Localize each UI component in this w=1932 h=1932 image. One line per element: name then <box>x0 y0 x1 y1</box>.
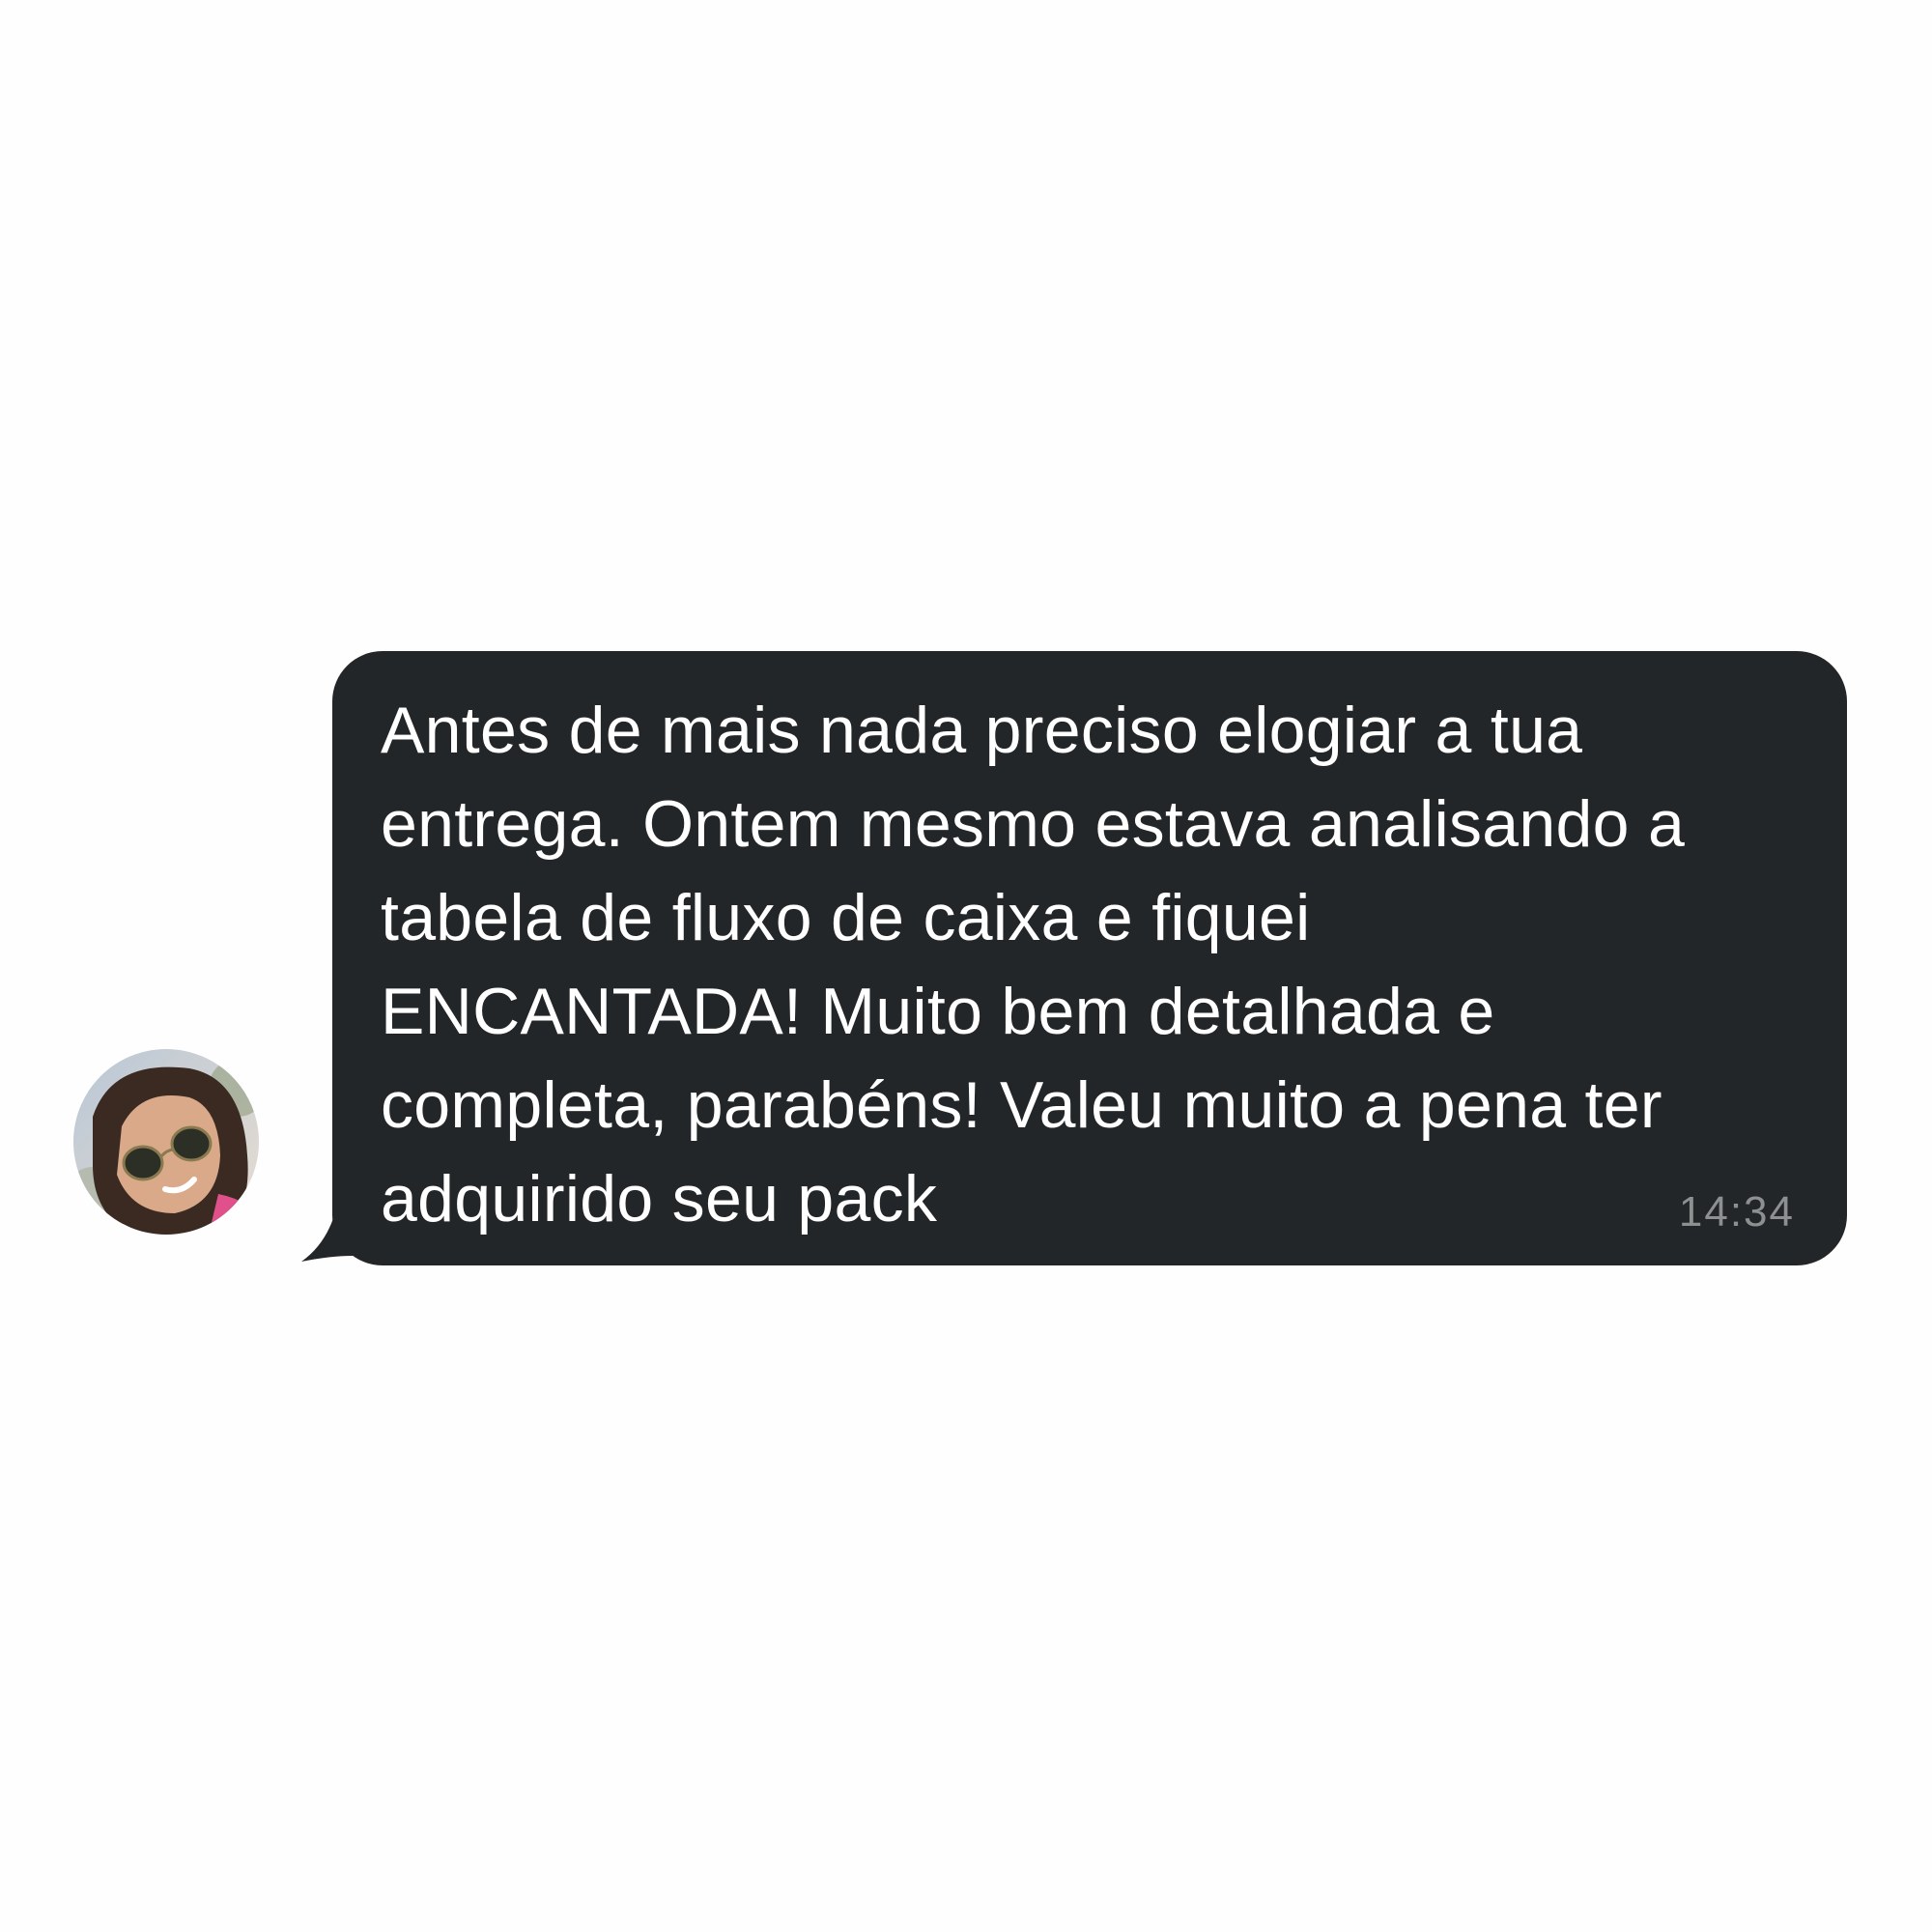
message-line: adquirido seu pack <box>381 1162 938 1236</box>
user-photo-avatar-icon <box>73 1049 259 1235</box>
message-line: tabela de fluxo de caixa e fiquei <box>381 881 1311 954</box>
message-line: ENCANTADA! Muito bem detalhada e <box>381 975 1495 1048</box>
message-bubble[interactable]: Antes de mais nada preciso elogiar a tua… <box>332 651 1847 1265</box>
message-text: Antes de mais nada preciso elogiar a tua… <box>381 684 1791 1246</box>
message-line: Antes de mais nada preciso elogiar a tua <box>381 694 1583 767</box>
chat-screen: Antes de mais nada preciso elogiar a tua… <box>0 0 1932 1932</box>
message-line: completa, parabéns! Valeu muito a pena t… <box>381 1068 1662 1142</box>
avatar[interactable] <box>73 1049 259 1235</box>
message-line: entrega. Ontem mesmo estava analisando a <box>381 787 1686 861</box>
message-timestamp: 14:34 <box>1678 1188 1795 1236</box>
